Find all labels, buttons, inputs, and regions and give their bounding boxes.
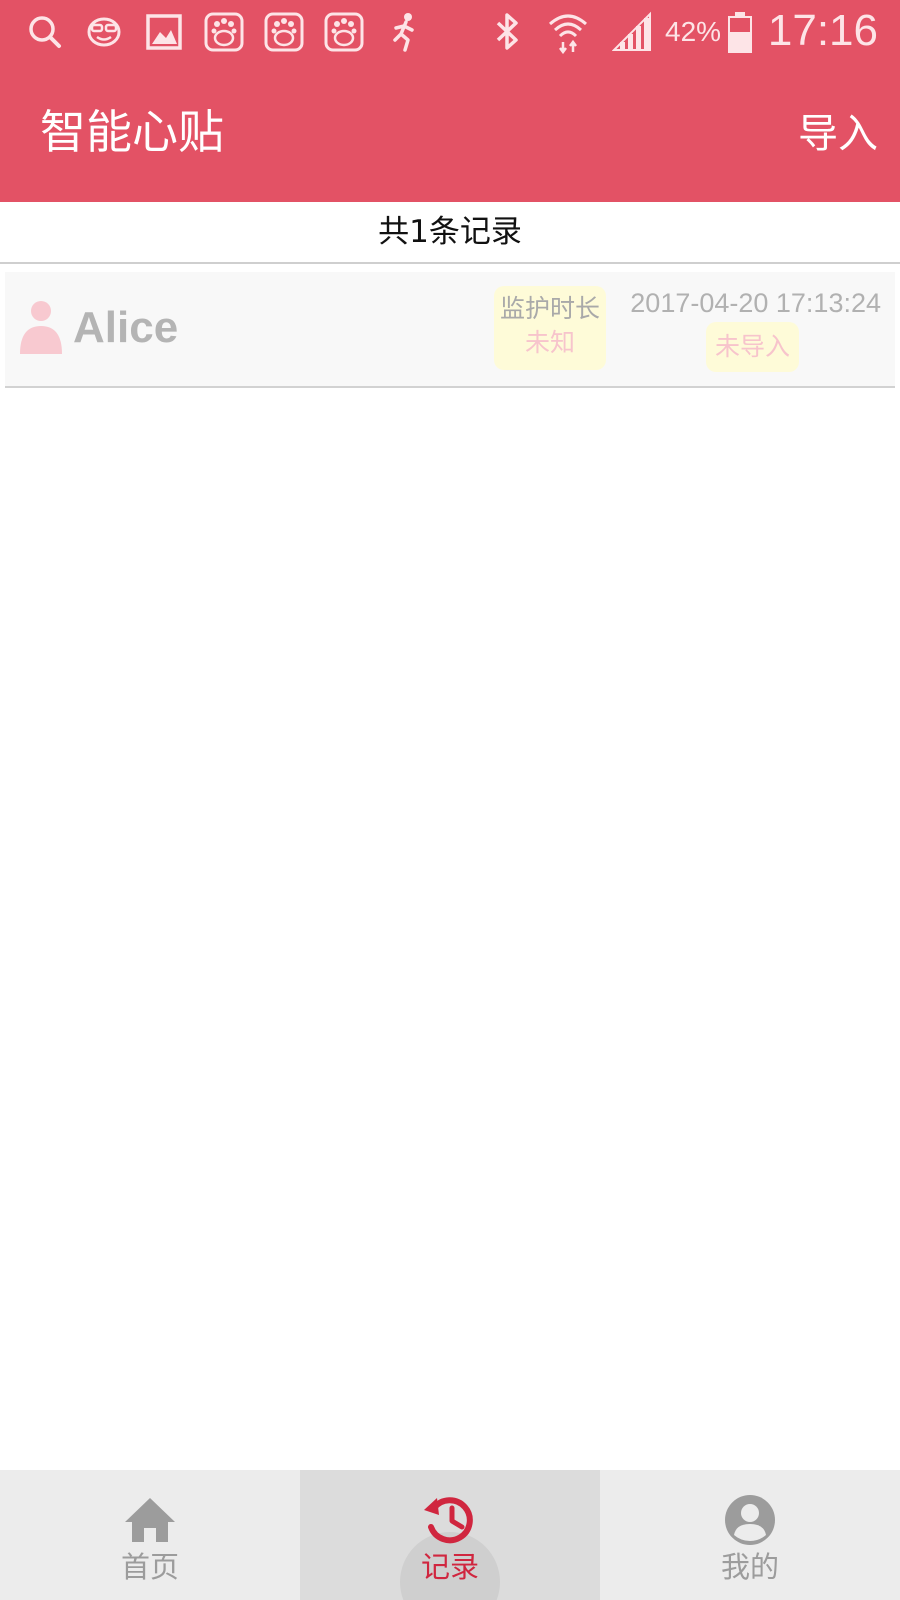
status-bar: 42% 17:16 (0, 0, 900, 66)
nav-home[interactable]: 首页 (0, 1470, 300, 1600)
home-icon (125, 1498, 175, 1542)
nav-home-label: 首页 (120, 1550, 179, 1584)
screen: 42% 17:16 智能心贴 导入 共1条记录 Alice 监护时长 未知 20… (0, 0, 900, 1600)
record-name: Alice (73, 303, 179, 352)
duration-badge: 监护时长 未知 (494, 286, 606, 370)
baidu-paw-icon (264, 12, 304, 52)
history-icon (424, 1497, 473, 1544)
account-icon (725, 1495, 775, 1545)
nav-records[interactable]: 记录 (300, 1470, 600, 1600)
search-icon (29, 16, 61, 48)
nav-mine-label: 我的 (720, 1550, 779, 1584)
nav-records-label: 记录 (420, 1550, 479, 1584)
wifi-icon (549, 14, 587, 54)
bottom-navigation: 首页 记录 我的 (0, 1470, 900, 1600)
running-man-icon (393, 13, 414, 52)
status-badge: 未导入 (706, 322, 799, 372)
bluetooth-icon (496, 13, 518, 50)
clock: 17:16 (767, 6, 878, 55)
duration-label: 监护时长 (499, 294, 600, 323)
battery-icon (728, 12, 752, 53)
record-count: 共1条记录 (0, 202, 900, 264)
face-mask-icon (87, 17, 121, 47)
duration-value: 未知 (524, 328, 575, 357)
nav-mine[interactable]: 我的 (600, 1470, 900, 1600)
page-title: 智能心贴 (40, 105, 224, 159)
baidu-paw-icon (204, 12, 244, 52)
record-item[interactable]: Alice 监护时长 未知 2017-04-20 17:13:24 未导入 (5, 272, 895, 388)
battery-percent: 42% (665, 16, 722, 47)
baidu-paw-icon (324, 12, 364, 52)
import-button[interactable]: 导入 (798, 108, 878, 160)
gallery-icon (146, 14, 182, 50)
record-timestamp: 2017-04-20 17:13:24 (630, 288, 881, 318)
top-bar: 42% 17:16 智能心贴 导入 (0, 0, 900, 202)
person-icon (20, 301, 62, 354)
signal-icon (612, 11, 651, 51)
